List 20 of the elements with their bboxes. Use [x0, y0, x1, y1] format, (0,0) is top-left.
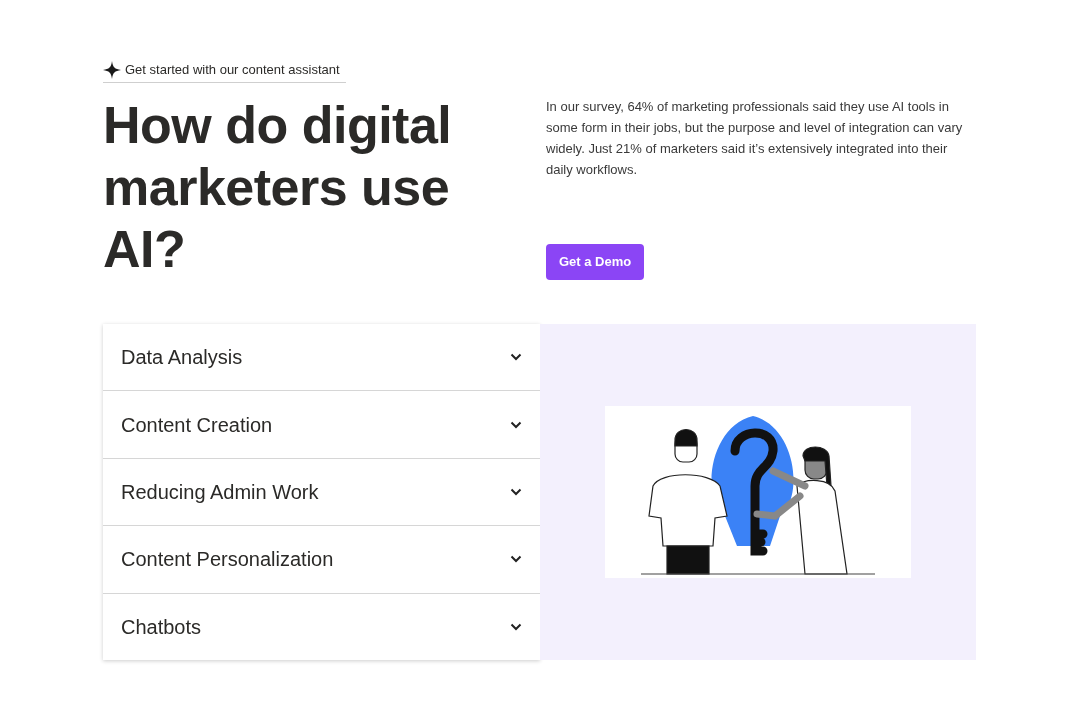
accordion-item[interactable]: Data Analysis	[103, 324, 540, 392]
sparkle-icon	[103, 60, 121, 79]
demo-button[interactable]: Get a Demo	[546, 244, 645, 280]
accordion-label: Data Analysis	[121, 345, 243, 371]
chevron-icon	[510, 488, 522, 496]
accordion-item[interactable]: Content Personalization	[103, 526, 540, 594]
accordion-item[interactable]: Chatbots	[103, 593, 540, 661]
chevron-icon	[510, 353, 522, 362]
chevron-icon	[510, 555, 522, 564]
accordion-label: Content Creation	[121, 412, 273, 438]
accordion-item[interactable]: Reducing Admin Work	[103, 458, 540, 527]
chevron-icon	[510, 420, 522, 429]
accordion-label: Content Personalization	[121, 547, 334, 573]
eyebrow-text: Get started with our content assistant	[125, 61, 340, 79]
heading: How do digital marketers use AI?	[103, 94, 453, 280]
accordion-label: Chatbots	[121, 614, 202, 640]
accordion-item[interactable]: Content Creation	[103, 391, 540, 459]
intro-paragraph: In our survey, 64% of marketing professionals said they use AI tools in some form in their jobs, but the purpose and level of integration can vary widely. Just 21% of marketers said it’s extensively integrated into their daily workflows.	[546, 98, 964, 179]
chevron-icon	[510, 622, 522, 631]
accordion-label: Reducing Admin Work	[121, 480, 319, 505]
